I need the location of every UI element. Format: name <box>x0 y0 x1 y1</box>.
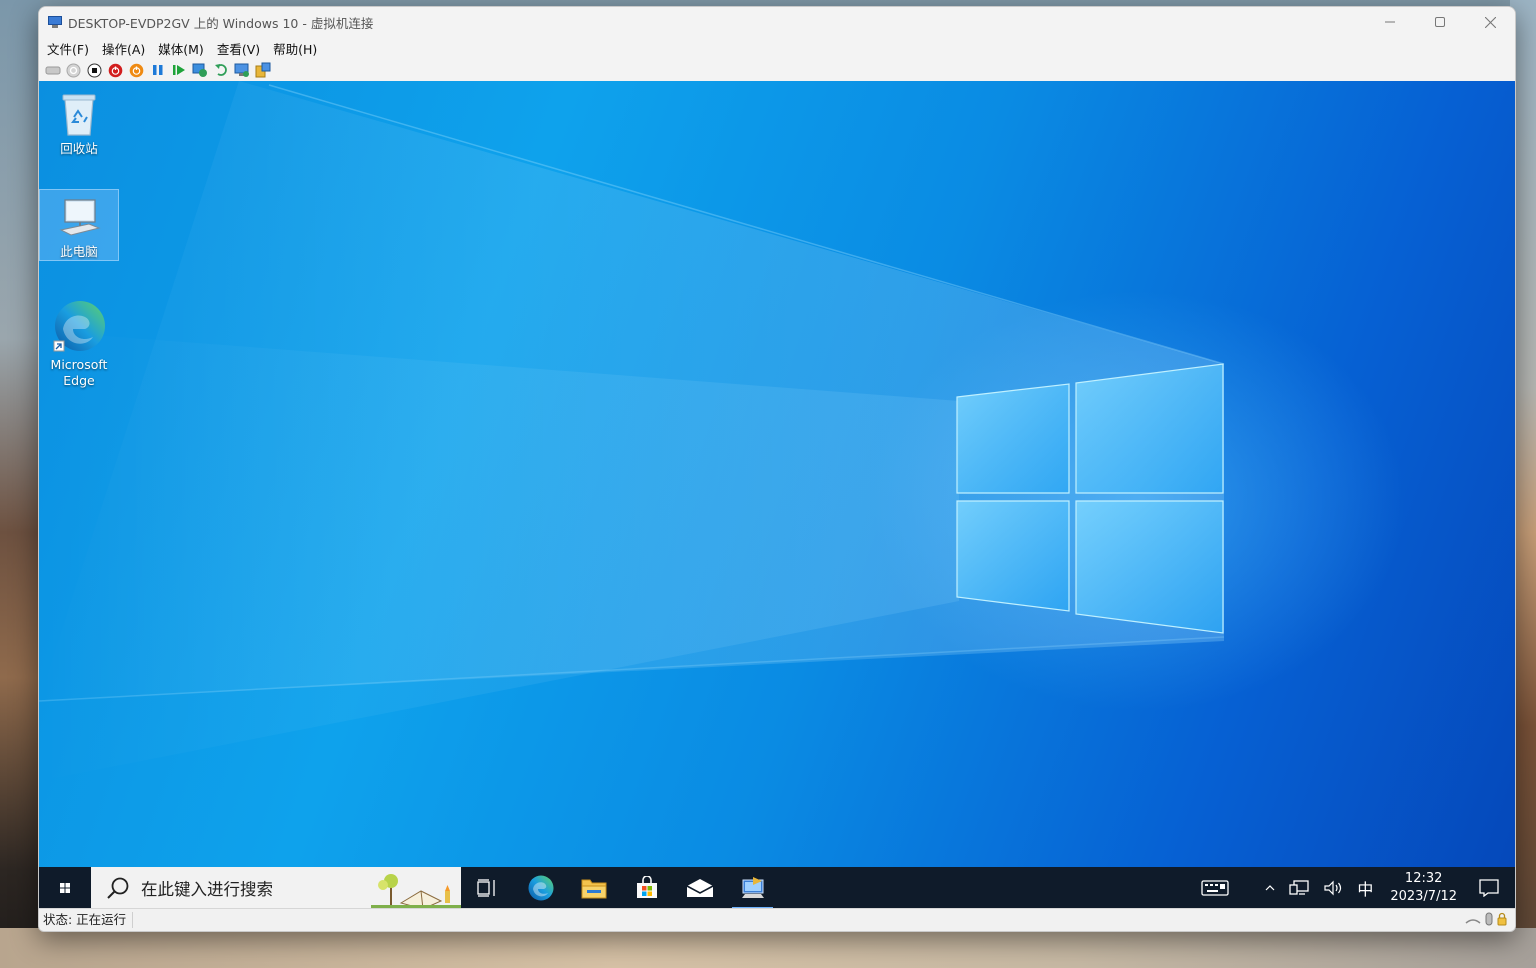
desktop-icon-label: 回收站 <box>60 141 98 156</box>
windows-wallpaper <box>39 81 1225 781</box>
desktop-microsoft-edge[interactable]: Microsoft Edge <box>39 295 119 389</box>
pause-button[interactable] <box>150 62 166 78</box>
desktop-icon-label: 此电脑 <box>60 244 98 259</box>
turn-off-icon <box>87 63 102 77</box>
clock-date: 2023/7/12 <box>1390 889 1457 904</box>
vm-status-text: 状态: 正在运行 <box>39 912 134 928</box>
keyboard-icon <box>1201 880 1229 896</box>
close-button[interactable] <box>1465 7 1515 37</box>
menu-view[interactable]: 查看(V) <box>217 39 260 58</box>
ime-mode-button[interactable]: 中 <box>1350 876 1380 900</box>
chevron-up-icon <box>1265 885 1275 891</box>
recycle-bin-icon <box>55 91 103 139</box>
desktop-recycle-bin[interactable]: 回收站 <box>39 87 119 157</box>
turn-off-button[interactable] <box>87 62 103 78</box>
checkpoint-icon <box>192 63 207 77</box>
keyboard-touch-button[interactable] <box>1194 879 1236 897</box>
volume-icon <box>1324 880 1342 896</box>
keyboard-status-icon <box>1465 913 1481 928</box>
ctrl-alt-del-button[interactable] <box>45 62 61 78</box>
start-vm-button[interactable] <box>66 62 82 78</box>
save-icon <box>129 63 144 77</box>
checkpoint-button[interactable] <box>192 62 208 78</box>
ctrl-alt-del-icon <box>45 66 60 75</box>
revert-icon <box>214 64 227 76</box>
guest-taskbar: 在此键入进行搜索 中 12:32 2023/7/12 <box>39 867 1515 909</box>
maximize-icon <box>1435 17 1445 27</box>
taskbar-search-box[interactable]: 在此键入进行搜索 <box>91 867 461 909</box>
window-title: DESKTOP-EVDP2GV 上的 Windows 10 - 虚拟机连接 <box>68 15 374 31</box>
store-icon <box>636 876 657 898</box>
search-highlight-illustration-icon <box>371 867 461 909</box>
taskbar-vm-connection-button[interactable] <box>726 867 779 909</box>
edge-icon <box>528 875 553 901</box>
task-view-icon <box>476 879 495 897</box>
search-placeholder: 在此键入进行搜索 <box>141 880 273 899</box>
maximize-button[interactable] <box>1415 7 1465 37</box>
enhanced-session-icon <box>234 63 249 77</box>
menu-bar: 文件(F) 操作(A) 媒体(M) 查看(V) 帮助(H) <box>39 37 1515 59</box>
search-icon <box>107 877 129 899</box>
minimize-button[interactable] <box>1365 7 1415 37</box>
resume-button[interactable] <box>171 62 187 78</box>
revert-button[interactable] <box>213 62 229 78</box>
menu-action[interactable]: 操作(A) <box>102 39 145 58</box>
host-background-bottom <box>0 928 1536 968</box>
status-bar: 状态: 正在运行 <box>39 908 1515 931</box>
windows-start-icon <box>60 883 70 893</box>
pause-icon <box>152 65 162 75</box>
toolbar <box>39 59 1515 81</box>
menu-file[interactable]: 文件(F) <box>47 39 89 58</box>
taskbar-mail-button[interactable] <box>673 867 726 909</box>
shutdown-button[interactable] <box>108 62 124 78</box>
vm-guest-screen[interactable]: 回收站 此电脑 Microsoft Edge 在此键入进行搜索 中 12:32 … <box>39 81 1515 909</box>
edge-icon <box>51 299 107 355</box>
start-button[interactable] <box>39 867 91 909</box>
share-icon <box>255 62 270 78</box>
resume-icon <box>172 65 185 75</box>
save-state-button[interactable] <box>129 62 145 78</box>
host-background-left <box>0 0 40 968</box>
show-hidden-icons-button[interactable] <box>1258 884 1282 892</box>
this-pc-icon <box>55 194 103 242</box>
status-icons <box>1461 912 1507 929</box>
vm-connection-window: DESKTOP-EVDP2GV 上的 Windows 10 - 虚拟机连接 文件… <box>38 6 1516 932</box>
taskbar-store-button[interactable] <box>620 867 673 909</box>
taskbar-edge-button[interactable] <box>514 867 567 909</box>
clock-time: 12:32 <box>1404 871 1443 886</box>
action-center-button[interactable] <box>1467 879 1515 897</box>
clock-button[interactable]: 12:32 2023/7/12 <box>1380 870 1467 906</box>
shutdown-icon <box>108 63 123 77</box>
menu-media[interactable]: 媒体(M) <box>158 39 204 58</box>
notification-icon <box>1479 879 1499 897</box>
system-tray: 中 12:32 2023/7/12 <box>1194 867 1515 909</box>
network-button[interactable] <box>1282 879 1316 897</box>
vm-connection-app-icon <box>48 16 62 28</box>
enhanced-session-button[interactable] <box>234 62 250 78</box>
start-icon <box>66 63 81 77</box>
desktop-icon-label-line2: Edge <box>63 373 95 388</box>
network-icon <box>1289 880 1309 895</box>
menu-help[interactable]: 帮助(H) <box>273 39 317 58</box>
close-icon <box>1484 16 1496 28</box>
taskbar-file-explorer-button[interactable] <box>567 867 620 909</box>
file-explorer-icon <box>581 879 606 899</box>
mouse-status-icon <box>1485 912 1493 929</box>
vm-connection-icon <box>741 877 764 898</box>
mail-icon <box>686 879 713 897</box>
desktop-this-pc[interactable]: 此电脑 <box>39 189 119 261</box>
desktop-icon-label-line1: Microsoft <box>50 357 108 372</box>
minimize-icon <box>1385 21 1395 23</box>
share-button[interactable] <box>255 62 271 78</box>
lock-status-icon <box>1497 912 1507 929</box>
title-bar[interactable]: DESKTOP-EVDP2GV 上的 Windows 10 - 虚拟机连接 <box>39 7 1515 37</box>
task-view-button[interactable] <box>461 867 514 909</box>
volume-button[interactable] <box>1316 879 1350 897</box>
